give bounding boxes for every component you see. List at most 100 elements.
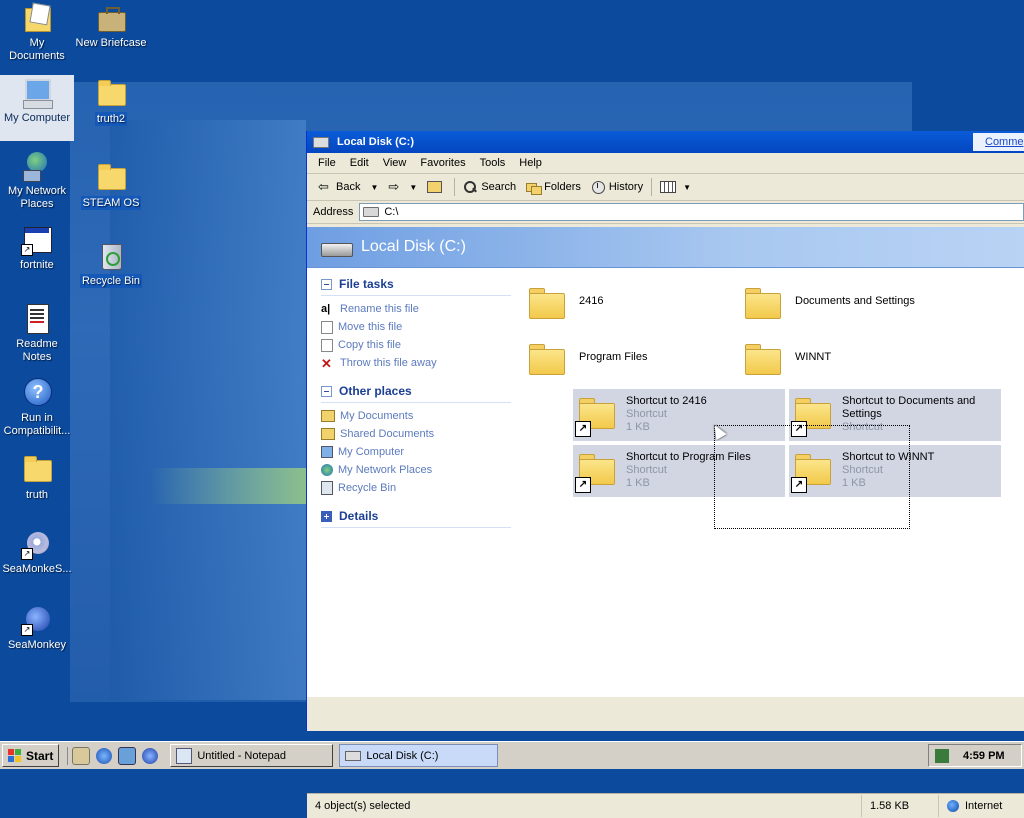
task-label: Local Disk (C:) bbox=[366, 749, 439, 762]
toolbar-separator bbox=[651, 178, 653, 196]
desktop-icon-fortnite[interactable]: ↗ fortnite bbox=[0, 224, 74, 272]
banner-title: Local Disk (C:) bbox=[361, 238, 466, 255]
taskbar-button-local-disk[interactable]: Local Disk (C:) bbox=[339, 744, 499, 767]
windows-logo-icon bbox=[8, 748, 22, 763]
network-tray-icon[interactable] bbox=[935, 748, 949, 763]
details-header[interactable]: Details bbox=[321, 509, 511, 528]
folders-button[interactable]: Folders bbox=[521, 176, 586, 198]
shortcut-name: Shortcut to 2416 bbox=[626, 395, 707, 407]
folder-item[interactable]: 2416 bbox=[529, 279, 739, 323]
delete-x-icon: ✕ bbox=[321, 355, 332, 371]
desktop-icon-truth2[interactable]: truth2 bbox=[74, 78, 148, 126]
help-icon: ? bbox=[21, 377, 53, 409]
rename-icon: a| bbox=[321, 302, 331, 315]
seamonkey-icon[interactable] bbox=[142, 747, 159, 764]
clock[interactable]: 4:59 PM bbox=[963, 750, 1005, 762]
outlook-express-icon[interactable] bbox=[118, 746, 137, 765]
window-titlebar[interactable]: Local Disk (C:) Comme bbox=[307, 131, 1024, 153]
desktop-icon-seamonkey-setup[interactable]: ↗ SeaMonkeS... bbox=[0, 528, 74, 576]
menu-help[interactable]: Help bbox=[512, 157, 549, 169]
task-rename-file[interactable]: a| Rename this file bbox=[321, 300, 511, 318]
internet-explorer-icon[interactable] bbox=[96, 747, 113, 764]
desktop-icon-label: SeaMonkey bbox=[7, 639, 67, 651]
task-label: Rename this file bbox=[340, 303, 419, 315]
place-shared-documents[interactable]: Shared Documents bbox=[321, 425, 511, 443]
chevron-down-icon[interactable]: ▼ bbox=[370, 183, 378, 192]
place-my-computer[interactable]: My Computer bbox=[321, 443, 511, 461]
views-grid-icon bbox=[660, 181, 677, 193]
document-icon bbox=[21, 303, 53, 335]
desktop-icon-truth[interactable]: truth bbox=[0, 454, 74, 502]
menu-tools[interactable]: Tools bbox=[473, 157, 513, 169]
shortcut-type: Shortcut bbox=[626, 408, 667, 420]
menu-view[interactable]: View bbox=[376, 157, 414, 169]
my-computer-icon bbox=[21, 77, 53, 109]
menu-bar: File Edit View Favorites Tools Help bbox=[307, 153, 1024, 174]
back-arrow-icon: ⇦ bbox=[318, 179, 329, 194]
task-move-file[interactable]: Move this file bbox=[321, 318, 511, 336]
task-copy-file[interactable]: Copy this file bbox=[321, 336, 511, 354]
show-desktop-icon[interactable] bbox=[72, 746, 91, 765]
desktop-icon-label: truth2 bbox=[94, 112, 128, 126]
comments-link[interactable]: Comme bbox=[973, 133, 1024, 151]
back-label: Back bbox=[336, 181, 361, 193]
history-button[interactable]: History bbox=[586, 176, 648, 198]
desktop-icon-new-briefcase[interactable]: New Briefcase bbox=[74, 2, 148, 50]
status-selection: 4 object(s) selected bbox=[307, 795, 862, 817]
desktop-icon-seamonkey[interactable]: ↗ SeaMonkey bbox=[0, 604, 74, 652]
desktop-icon-my-computer[interactable]: My Computer bbox=[0, 75, 74, 141]
folder-item[interactable]: WINNT bbox=[745, 335, 955, 379]
explorer-window[interactable]: Local Disk (C:) Comme File Edit View Fav… bbox=[306, 131, 1024, 818]
up-folder-button[interactable] bbox=[422, 176, 451, 198]
expand-icon[interactable] bbox=[321, 510, 332, 522]
status-zone-label: Internet bbox=[965, 800, 1003, 812]
search-button[interactable]: Search bbox=[458, 176, 521, 198]
recycle-bin-icon bbox=[321, 481, 333, 495]
taskbar-button-notepad[interactable]: Untitled - Notepad bbox=[170, 744, 334, 767]
desktop-icon-steam-os[interactable]: STEAM OS bbox=[74, 162, 148, 210]
place-my-network-places[interactable]: My Network Places bbox=[321, 461, 511, 479]
drive-icon bbox=[313, 136, 329, 148]
menu-edit[interactable]: Edit bbox=[343, 157, 376, 169]
desktop-icon-my-documents[interactable]: My Documents bbox=[0, 2, 74, 63]
folder-view[interactable]: Local Disk (C:) File tasks a| Rename thi… bbox=[307, 227, 1024, 818]
menu-favorites[interactable]: Favorites bbox=[413, 157, 472, 169]
desktop-icon-recycle-bin[interactable]: Recycle Bin bbox=[74, 240, 148, 288]
desktop-icon-run-in-compatibility[interactable]: ? Run in Compatibilit... bbox=[0, 377, 74, 438]
taskbar: Start Untitled - Notepad Local Disk (C:)… bbox=[0, 741, 1024, 769]
chevron-down-icon[interactable]: ▼ bbox=[409, 183, 417, 192]
file-tasks-header[interactable]: File tasks bbox=[321, 277, 511, 296]
address-input[interactable]: C:\ bbox=[359, 203, 1024, 221]
folder-item[interactable]: Documents and Settings bbox=[745, 279, 955, 323]
desktop-icon-label: My Documents bbox=[9, 37, 65, 62]
other-places-group: Other places My Documents Shared Documen… bbox=[321, 384, 511, 497]
other-places-header[interactable]: Other places bbox=[321, 384, 511, 403]
task-label: Copy this file bbox=[338, 339, 401, 351]
menu-file[interactable]: File bbox=[311, 157, 343, 169]
place-recycle-bin[interactable]: Recycle Bin bbox=[321, 479, 511, 497]
task-delete-file[interactable]: ✕ Throw this file away bbox=[321, 354, 511, 372]
back-button[interactable]: ⇦ Back ▼ bbox=[313, 176, 383, 198]
desktop-icon-label: Run in Compatibilit... bbox=[3, 412, 71, 437]
desktop-green-streak bbox=[150, 468, 308, 504]
desktop-icon-my-network-places[interactable]: My Network Places bbox=[0, 150, 74, 211]
place-my-documents[interactable]: My Documents bbox=[321, 407, 511, 425]
system-tray: 4:59 PM bbox=[928, 744, 1022, 767]
collapse-icon[interactable] bbox=[321, 385, 332, 397]
start-label: Start bbox=[26, 748, 54, 763]
my-computer-icon bbox=[321, 446, 333, 458]
task-label: Move this file bbox=[338, 321, 403, 333]
desktop-icon-readme-notes[interactable]: Readme Notes bbox=[0, 303, 74, 364]
desktop-icon-label: STEAM OS bbox=[80, 196, 142, 210]
folder-icon bbox=[529, 343, 565, 375]
task-label: Untitled - Notepad bbox=[197, 749, 287, 762]
place-label: My Network Places bbox=[338, 464, 433, 476]
selection-rectangle bbox=[714, 425, 910, 529]
views-button[interactable]: ▼ bbox=[655, 176, 696, 198]
folder-item[interactable]: Program Files bbox=[529, 335, 739, 379]
start-button[interactable]: Start bbox=[2, 744, 60, 767]
folder-banner: Local Disk (C:) bbox=[307, 227, 1024, 268]
folder-name: WINNT bbox=[795, 351, 832, 363]
collapse-icon[interactable] bbox=[321, 278, 332, 290]
forward-button[interactable]: ⇨ ▼ bbox=[383, 176, 422, 198]
